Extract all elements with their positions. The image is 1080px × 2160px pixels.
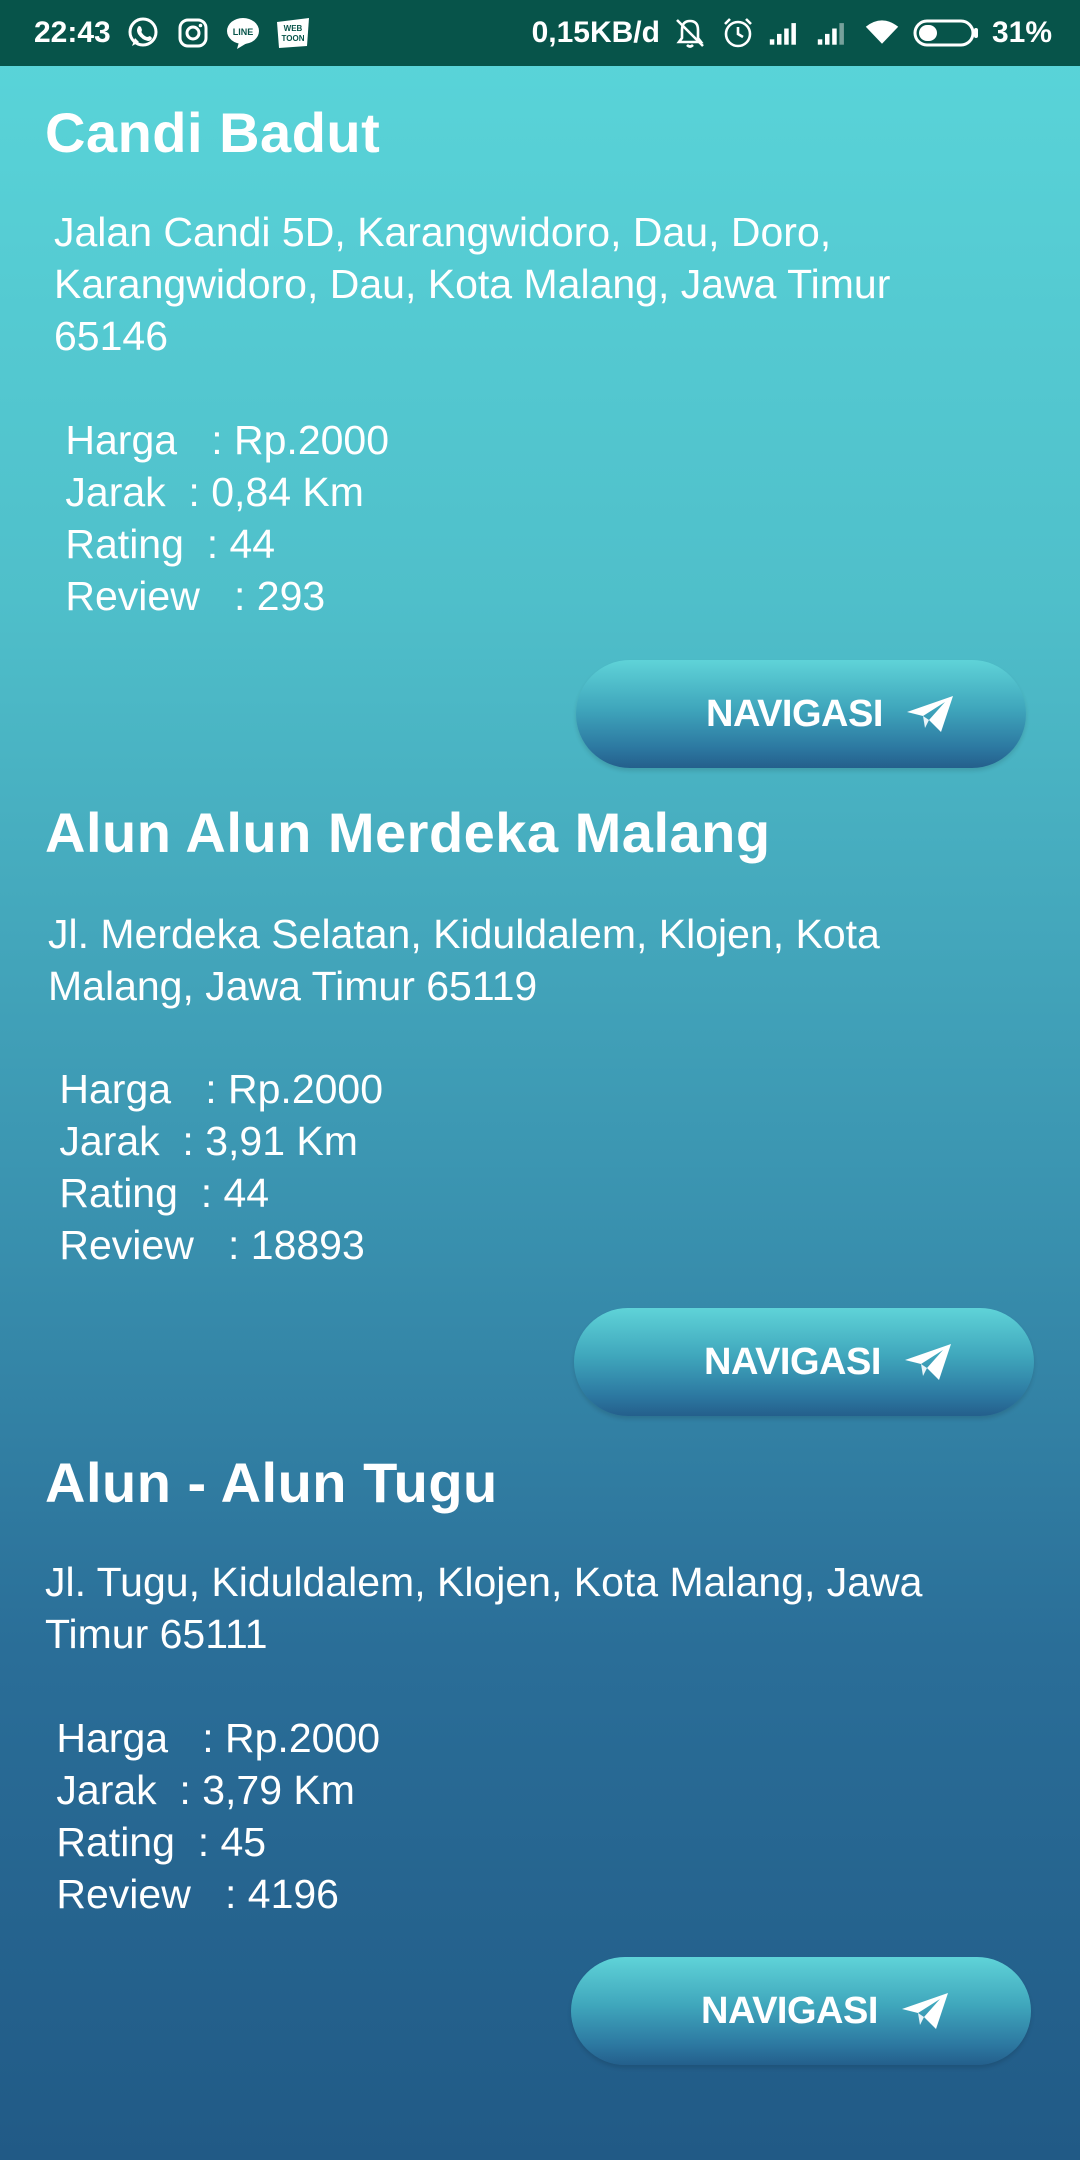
svg-text:TOON: TOON	[281, 34, 304, 43]
place-title: Alun Alun Merdeka Malang	[45, 801, 771, 864]
place-title: Candi Badut	[45, 101, 381, 164]
status-bar-right: 0,15KB/d 31%	[532, 0, 1052, 66]
battery-percentage: 31%	[991, 16, 1052, 49]
rating-text: Rating : 44	[48, 1170, 270, 1216]
navigate-button-label: NAVIGASI	[704, 1340, 881, 1383]
status-bar: 22:43 LINE WEB TOON 0,15KB/d 31%	[0, 0, 1080, 66]
place-details: Harga : Rp.2000 Jarak : 3,91 Km Rating :…	[48, 1063, 383, 1271]
status-bar-left: 22:43 LINE WEB TOON	[34, 0, 311, 66]
signal-icon	[768, 15, 804, 51]
whatsapp-icon	[125, 15, 161, 51]
place-address: Jl. Merdeka Selatan, Kiduldalem, Klojen,…	[48, 911, 880, 1009]
price-text: Harga : Rp.2000	[48, 1066, 384, 1112]
alarm-icon	[720, 15, 756, 51]
wifi-icon	[864, 15, 900, 51]
navigate-button-label: NAVIGASI	[706, 692, 883, 735]
signal-icon	[816, 15, 852, 51]
line-icon-text: LINE	[232, 27, 253, 37]
price-text: Harga : Rp.2000	[54, 417, 390, 463]
battery-icon	[912, 15, 980, 51]
status-time: 22:43	[34, 16, 111, 49]
rating-text: Rating : 45	[45, 1819, 267, 1865]
rating-text: Rating : 44	[54, 521, 276, 567]
navigate-button[interactable]: NAVIGASI	[574, 1308, 1034, 1416]
svg-text:WEB: WEB	[283, 24, 302, 33]
distance-text: Jarak : 0,84 Km	[54, 469, 364, 515]
review-text: Review : 4196	[45, 1871, 339, 1917]
paper-plane-icon	[906, 696, 953, 732]
review-text: Review : 18893	[48, 1222, 365, 1268]
place-address: Jl. Tugu, Kiduldalem, Klojen, Kota Malan…	[45, 1559, 923, 1657]
paper-plane-icon	[901, 1993, 948, 2029]
place-details: Harga : Rp.2000 Jarak : 3,79 Km Rating :…	[45, 1712, 380, 1920]
navigate-button-label: NAVIGASI	[701, 1989, 878, 2032]
navigate-button[interactable]: NAVIGASI	[571, 1957, 1031, 2065]
distance-text: Jarak : 3,79 Km	[45, 1767, 355, 1813]
webtoon-icon: WEB TOON	[275, 15, 311, 51]
instagram-icon	[175, 15, 211, 51]
line-icon: LINE	[225, 15, 261, 51]
place-details: Harga : Rp.2000 Jarak : 0,84 Km Rating :…	[54, 414, 389, 622]
paper-plane-icon	[904, 1344, 951, 1380]
mute-notification-icon	[672, 15, 708, 51]
price-text: Harga : Rp.2000	[45, 1715, 381, 1761]
place-title: Alun - Alun Tugu	[45, 1451, 498, 1514]
network-speed: 0,15KB/d	[531, 16, 660, 49]
review-text: Review : 293	[54, 573, 326, 619]
distance-text: Jarak : 3,91 Km	[48, 1118, 358, 1164]
place-address: Jalan Candi 5D, Karangwidoro, Dau, Doro,…	[54, 209, 891, 359]
app-screen: 22:43 LINE WEB TOON 0,15KB/d 31% Candi B…	[0, 0, 1080, 2160]
navigate-button[interactable]: NAVIGASI	[576, 660, 1026, 768]
